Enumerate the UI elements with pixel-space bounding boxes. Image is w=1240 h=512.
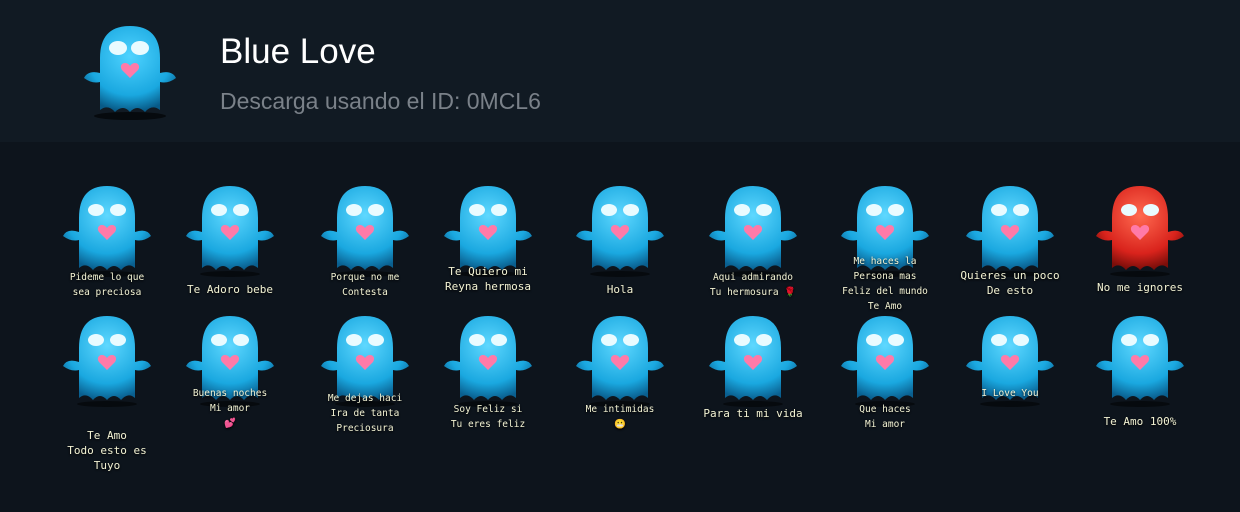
sticker-shouting-ghost[interactable]: Me dejas haci Ira de tanta Preciosura xyxy=(305,308,425,440)
sticker-caption: Porque no me Contesta xyxy=(330,272,400,298)
sticker-heart-ghost[interactable]: Te Amo Todo esto es Tuyo xyxy=(47,308,167,472)
sticker-caption: Te Amo 100% xyxy=(1103,415,1177,428)
sticker-smiling-ghost[interactable]: Soy Feliz si Tu eres feliz xyxy=(428,308,548,440)
red-ghost-icon xyxy=(1096,186,1184,277)
sticker-grinning-ghost[interactable]: Que haces Mi amor xyxy=(825,308,945,440)
blue-ghost-icon xyxy=(966,186,1054,277)
blue-ghost-icon xyxy=(63,316,151,407)
sticker-caption: Soy Feliz si Tu eres feliz xyxy=(450,404,526,430)
sticker-grid: Pideme lo que sea preciosa Te Adoro bebe… xyxy=(0,142,1240,512)
sticker-caption: Me intimidas 😬 xyxy=(585,404,655,430)
blue-ghost-icon xyxy=(444,316,532,407)
blue-ghost-icon xyxy=(576,186,664,277)
sticker-caption: Quieres un poco De esto xyxy=(960,269,1060,297)
pack-download-id: Descarga usando el ID: 0MCL6 xyxy=(220,88,541,114)
pack-header: Blue Love Descarga usando el ID: 0MCL6 xyxy=(0,0,1240,142)
sticker-hola-ghost[interactable]: Hola xyxy=(560,178,680,310)
sticker-caption: No me ignores xyxy=(1096,281,1184,294)
blue-ghost-icon xyxy=(576,316,664,407)
sticker-sad-ghost[interactable]: Porque no me Contesta xyxy=(305,178,425,310)
sticker-caption: Te Quiero mi Reyna hermosa xyxy=(444,265,532,293)
blue-ghost-logo xyxy=(84,26,176,120)
sticker-caption: Te Adoro bebe xyxy=(186,283,274,296)
sticker-muscle-ghost[interactable]: Quieres un poco De esto xyxy=(950,178,1070,310)
sticker-caption: Me haces la Persona mas Feliz del mundo … xyxy=(842,256,928,312)
blue-ghost-icon xyxy=(1096,316,1184,407)
sticker-happy-ghost[interactable]: Me haces la Persona mas Feliz del mundo … xyxy=(825,178,945,312)
blue-ghost-icon xyxy=(841,316,929,407)
sticker-laughing-ghost[interactable]: Te Adoro bebe xyxy=(170,178,290,310)
pack-title: Blue Love xyxy=(220,32,376,71)
sticker-red-ghost[interactable]: No me ignores xyxy=(1080,178,1200,310)
sticker-caption: I Love You xyxy=(981,388,1039,399)
sticker-queen-ghost[interactable]: Te Quiero mi Reyna hermosa xyxy=(428,178,548,310)
sticker-caption: Buenas noches Mi amor 💕 xyxy=(192,388,268,429)
sticker-caption: Pideme lo que sea preciosa xyxy=(69,272,145,298)
sticker-peeking-ghost[interactable]: Aqui admirando Tu hermosura 🌹 xyxy=(693,178,813,310)
sticker-caption: Que haces Mi amor xyxy=(859,404,911,430)
blue-ghost-icon xyxy=(63,186,151,277)
sticker-sleepy-ghost[interactable]: Buenas noches Mi amor 💕 xyxy=(170,308,290,440)
sticker-caption: Aqui admirando Tu hermosura 🌹 xyxy=(709,272,797,298)
sticker-caption: Te Amo Todo esto es Tuyo xyxy=(67,429,147,472)
sticker-caption: Para ti mi vida xyxy=(703,407,803,420)
sticker-sign-ghost[interactable]: Te Amo 100% xyxy=(1080,308,1200,440)
blue-ghost-icon xyxy=(709,186,797,277)
blue-ghost-icon xyxy=(186,186,274,277)
sticker-rose-ghost[interactable]: Para ti mi vida xyxy=(693,308,813,440)
sticker-caption: Me dejas haci Ira de tanta Preciosura xyxy=(327,393,403,434)
sticker-caption: Hola xyxy=(606,283,634,296)
sticker-love-heart-ghost[interactable]: I Love You xyxy=(950,308,1070,440)
blue-ghost-icon xyxy=(709,316,797,407)
blue-ghost-icon xyxy=(321,186,409,277)
sticker-santa-ghost[interactable]: Pideme lo que sea preciosa xyxy=(47,178,167,310)
sticker-shy-ghost[interactable]: Me intimidas 😬 xyxy=(560,308,680,440)
